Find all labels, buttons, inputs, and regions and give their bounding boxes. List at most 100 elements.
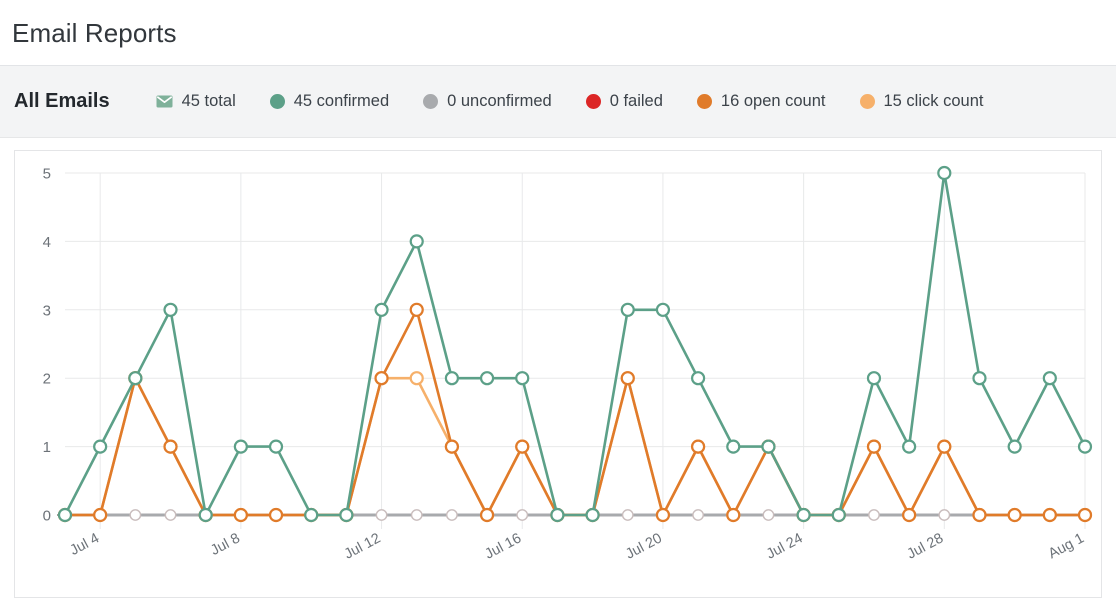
data-point[interactable] (164, 509, 177, 521)
data-point[interactable] (655, 302, 671, 317)
data-point[interactable] (866, 371, 882, 386)
all-emails-card: All Emails 45 total 45 confirmed 0 unconfi… (0, 65, 1116, 608)
data-point[interactable] (866, 439, 882, 454)
email-reports-line-chart[interactable]: 0 1 2 3 4 5 Jul 4 Jul 8 Jul 12 Jul 16 Jul 20 Jul 24… (15, 151, 1102, 597)
legend-dot-icon (423, 94, 439, 109)
y-axis-tick-label: 1 (43, 439, 51, 456)
legend-item-open-count[interactable]: 16 open count (696, 92, 826, 111)
legend-item-unconfirmed[interactable]: 0 unconfirmed (423, 92, 552, 111)
data-point[interactable] (163, 302, 178, 317)
legend-dot-icon (269, 94, 285, 109)
data-point[interactable] (163, 439, 178, 454)
data-point[interactable] (902, 439, 917, 454)
data-point[interactable] (937, 439, 952, 454)
data-point[interactable] (1042, 371, 1057, 386)
data-point[interactable] (726, 439, 741, 454)
data-point[interactable] (1042, 507, 1057, 523)
data-point[interactable] (375, 509, 388, 521)
legend-item-confirmed[interactable]: 45 confirmed (269, 92, 389, 111)
series-open-count (57, 302, 1093, 523)
legend-label: 45 total (181, 92, 236, 110)
data-point[interactable] (938, 509, 951, 521)
data-point[interactable] (479, 371, 495, 386)
data-point[interactable] (761, 439, 776, 454)
data-point[interactable] (410, 509, 423, 521)
data-point[interactable] (444, 439, 459, 454)
y-axis-tick-label: 2 (43, 371, 51, 388)
card-title: All Emails (14, 90, 110, 112)
data-point[interactable] (550, 507, 565, 523)
data-point[interactable] (268, 439, 284, 454)
data-point[interactable] (57, 507, 73, 523)
series-line (63, 171, 1087, 517)
data-point[interactable] (304, 507, 319, 523)
x-axis-tick-label: Jul 12 (342, 530, 384, 562)
x-axis-tick-label: Aug 1 (1046, 530, 1087, 562)
data-point[interactable] (516, 509, 529, 521)
data-point[interactable] (444, 371, 459, 386)
card-header: All Emails 45 total 45 confirmed 0 unconfi… (0, 66, 1116, 138)
legend-item-total[interactable]: 45 total (156, 92, 236, 111)
data-point[interactable] (972, 371, 987, 386)
data-point[interactable] (868, 509, 880, 521)
data-point[interactable] (692, 509, 704, 521)
data-point[interactable] (409, 234, 424, 249)
legend-label: 16 open count (720, 92, 826, 110)
data-point[interactable] (409, 302, 424, 317)
x-axis-tick-label: Jul 4 (67, 530, 102, 559)
legend-dot-icon (696, 94, 712, 109)
data-point[interactable] (445, 509, 458, 521)
legend-label: 15 click count (883, 92, 984, 110)
data-point[interactable] (1077, 507, 1093, 523)
data-point[interactable] (690, 371, 706, 386)
data-point[interactable] (621, 509, 634, 521)
data-point[interactable] (831, 507, 846, 523)
data-point[interactable] (233, 439, 248, 454)
data-point[interactable] (374, 371, 389, 386)
data-point[interactable] (655, 507, 671, 523)
data-point[interactable] (620, 302, 635, 317)
chart-area: 0 1 2 3 4 5 Jul 4 Jul 8 Jul 12 Jul 16 Jul 20 Jul 24… (0, 138, 1116, 608)
data-point[interactable] (690, 439, 706, 454)
legend-dot-icon (859, 94, 875, 109)
data-point[interactable] (1077, 439, 1093, 454)
data-point[interactable] (409, 371, 424, 386)
data-point[interactable] (972, 507, 987, 523)
x-axis-tick-label: Jul 20 (623, 530, 665, 562)
data-point[interactable] (585, 507, 600, 523)
data-point[interactable] (198, 507, 213, 523)
x-axis-tick-label: Jul 24 (764, 530, 806, 562)
data-point[interactable] (796, 507, 811, 523)
x-axis-tick-label: Jul 8 (208, 530, 243, 559)
page-header: Email Reports (0, 0, 1116, 65)
legend-label: 0 unconfirmed (447, 92, 552, 110)
series-confirmed (57, 165, 1093, 523)
data-point[interactable] (1007, 439, 1022, 454)
x-axis-tick-label: Jul 16 (482, 530, 524, 562)
data-point[interactable] (515, 439, 530, 454)
y-axis-tick-label: 5 (43, 166, 51, 183)
data-point[interactable] (902, 507, 917, 523)
data-point[interactable] (515, 371, 530, 386)
data-point[interactable] (129, 509, 142, 521)
data-point[interactable] (937, 165, 952, 181)
data-point[interactable] (339, 507, 354, 523)
data-point[interactable] (128, 371, 143, 386)
data-point[interactable] (1007, 507, 1022, 523)
x-axis-tick-label: Jul 28 (905, 530, 947, 562)
series-line (63, 308, 1087, 517)
data-point[interactable] (233, 507, 248, 523)
data-point[interactable] (726, 507, 741, 523)
y-axis-tick-label: 0 (43, 508, 51, 525)
data-point[interactable] (268, 507, 284, 523)
data-point[interactable] (374, 302, 389, 317)
email-reports-page: Email Reports All Emails 45 total 45 conf… (0, 0, 1116, 608)
data-point[interactable] (762, 509, 775, 521)
data-point[interactable] (93, 507, 108, 523)
legend-dot-icon (585, 94, 601, 109)
legend-item-click-count[interactable]: 15 click count (859, 92, 984, 111)
data-point[interactable] (620, 371, 635, 386)
data-point[interactable] (479, 507, 495, 523)
legend-item-failed[interactable]: 0 failed (585, 92, 663, 111)
data-point[interactable] (93, 439, 108, 454)
